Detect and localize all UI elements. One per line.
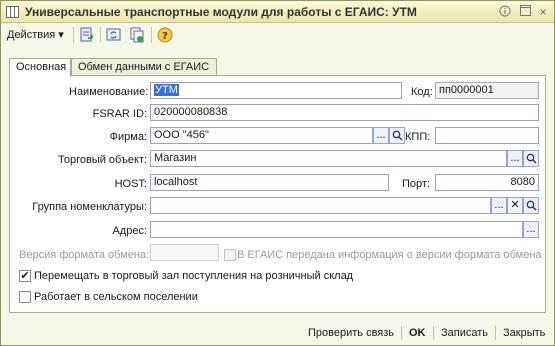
address-label: Адрес:: [112, 225, 147, 237]
port-value: 8080: [510, 176, 535, 188]
nomenclature-group-select-button[interactable]: ...: [491, 197, 507, 214]
actions-label: Действия: [7, 29, 56, 41]
firm-field[interactable]: ООО "456": [150, 127, 373, 144]
close-icon[interactable]: ×: [536, 5, 550, 19]
firm-select-button[interactable]: ...: [373, 127, 389, 144]
firm-label: Фирма:: [109, 131, 147, 143]
egais-info-checkbox[interactable]: [224, 249, 236, 261]
toolbar-separator: [73, 27, 74, 43]
close-button[interactable]: Закрыть: [503, 327, 545, 339]
title-bar: Универсальные транспортные модули для ра…: [1, 1, 554, 23]
fsrar-label: FSRAR ID:: [92, 108, 147, 120]
move-to-trade-hall-label: Перемещать в торговый зал поступления на…: [34, 270, 354, 282]
footer-bar: Проверить связь OK Записать Закрыть: [1, 319, 554, 345]
search-icon: [526, 200, 537, 211]
actions-menu[interactable]: Действия ▾: [7, 28, 64, 41]
help-icon[interactable]: ?: [156, 26, 174, 44]
footer-separator: [495, 326, 496, 340]
check-connection-button[interactable]: Проверить связь: [308, 327, 394, 339]
trade-object-field[interactable]: Магазин: [150, 150, 507, 167]
dialog-window: Универсальные транспортные модули для ра…: [0, 0, 555, 346]
tab-main[interactable]: Основная: [9, 58, 71, 77]
chevron-down-icon: ▾: [58, 29, 64, 41]
save-button[interactable]: Записать: [441, 327, 488, 339]
footer-separator: [433, 326, 434, 340]
nomenclature-group-label: Группа номенклатуры:: [32, 201, 147, 213]
nomenclature-group-open-button[interactable]: [523, 197, 539, 214]
checkmark-icon: ✔: [20, 270, 30, 282]
maximize-icon[interactable]: [518, 5, 532, 19]
host-field[interactable]: localhost: [150, 174, 389, 191]
tab-egais-exchange-label: Обмен данными с ЕГАИС: [78, 61, 210, 73]
code-value: пп0000001: [439, 84, 494, 96]
save-close-icon[interactable]: [78, 26, 96, 44]
toolbar: Действия ▾ ?: [1, 23, 554, 47]
toolbar-separator: [100, 27, 101, 43]
egais-info-label: В ЕГАИС передана информация о версии фор…: [237, 249, 542, 261]
search-icon: [392, 130, 403, 141]
move-to-trade-hall-checkbox[interactable]: ✔: [19, 270, 31, 282]
nomenclature-group-clear-button[interactable]: ✕: [507, 197, 523, 214]
fsrar-id-field[interactable]: 020000080838: [150, 104, 539, 121]
search-icon: [526, 153, 537, 164]
refresh-icon[interactable]: [105, 26, 123, 44]
tab-main-label: Основная: [16, 61, 67, 73]
address-select-button[interactable]: ...: [523, 221, 539, 238]
code-field[interactable]: пп0000001: [435, 82, 539, 99]
host-label: HOST:: [114, 178, 147, 190]
kpp-field[interactable]: [435, 127, 539, 144]
svg-text:?: ?: [162, 31, 168, 42]
name-field[interactable]: УТМ: [150, 82, 402, 99]
host-value: localhost: [154, 176, 198, 188]
rural-settlement-label: Работает в сельском поселении: [34, 291, 198, 303]
format-version-label: Версия формата обмена:: [19, 249, 150, 261]
code-label: Код:: [411, 86, 433, 98]
format-version-field[interactable]: [150, 244, 219, 261]
ok-button[interactable]: OK: [409, 327, 426, 339]
window-title: Универсальные транспортные модули для ра…: [25, 5, 417, 19]
trade-object-open-button[interactable]: [523, 150, 539, 167]
rural-settlement-checkbox[interactable]: [19, 291, 31, 303]
firm-open-button[interactable]: [389, 127, 405, 144]
port-label: Порт:: [402, 178, 430, 190]
toolbar-separator: [151, 27, 152, 43]
address-field[interactable]: [150, 221, 523, 238]
kpp-label: КПП:: [405, 131, 431, 143]
trade-object-select-button[interactable]: ...: [507, 150, 523, 167]
nomenclature-group-field[interactable]: [150, 197, 491, 214]
firm-value: ООО "456": [154, 129, 209, 141]
table-icon: [6, 6, 19, 18]
name-value: УТМ: [154, 84, 179, 96]
footer-separator: [401, 326, 402, 340]
trade-object-label: Торговый объект:: [57, 154, 147, 166]
port-field[interactable]: 8080: [435, 174, 539, 191]
tab-egais-exchange[interactable]: Обмен данными с ЕГАИС: [71, 58, 217, 76]
copy-document-icon[interactable]: [128, 26, 146, 44]
name-label: Наименование:: [69, 86, 149, 98]
info-icon[interactable]: [498, 5, 512, 19]
fsrar-id-value: 020000080838: [154, 106, 228, 118]
trade-object-value: Магазин: [154, 152, 197, 164]
